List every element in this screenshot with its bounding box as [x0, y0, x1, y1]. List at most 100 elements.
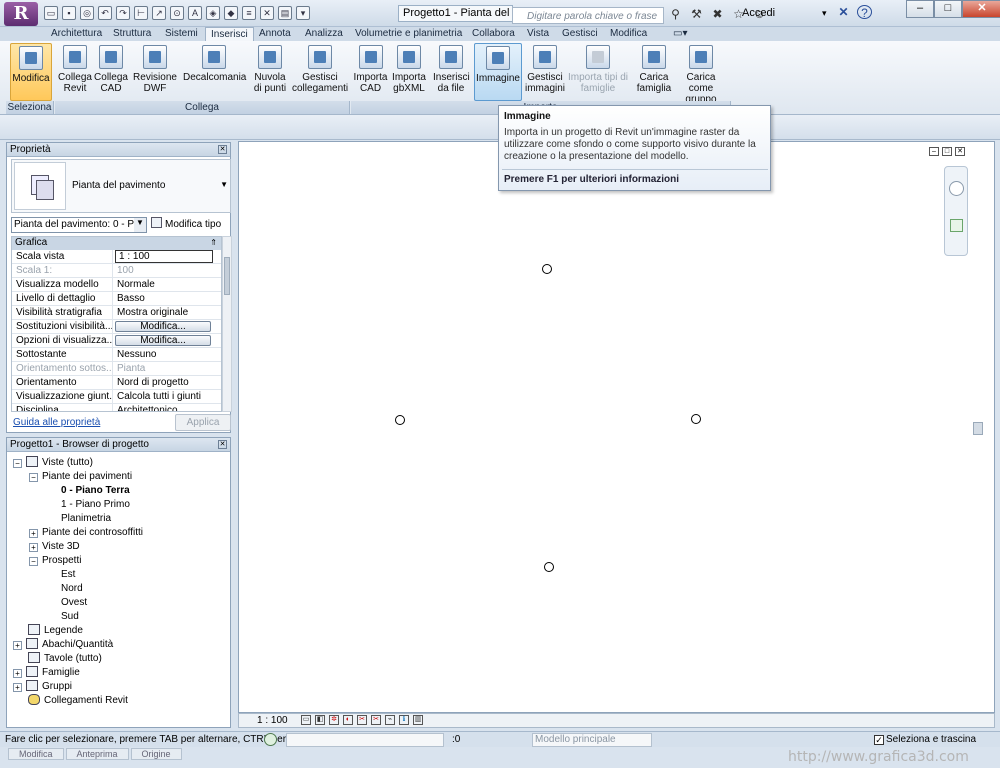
checkbox[interactable]: ✓ — [874, 735, 884, 745]
property-row[interactable]: Opzioni di visualizza... Modifica... — [12, 334, 221, 348]
elevation-marker-east[interactable] — [691, 414, 701, 424]
status-workset-field[interactable] — [286, 733, 444, 747]
property-row[interactable]: Sottostante Nessuno — [12, 348, 221, 362]
properties-help-link[interactable]: Guida alle proprietà — [13, 417, 100, 428]
chevron-down-icon[interactable]: ▾ — [822, 8, 827, 19]
importa-cad-button[interactable]: Importa CAD — [353, 43, 388, 101]
tree-node-viste[interactable]: − Viste (tutto) — [13, 456, 93, 470]
tab-origine[interactable]: Origine — [130, 748, 182, 760]
tree-node-prospetti[interactable]: − Prospetti — [29, 554, 81, 568]
tab-sistemi[interactable]: Sistemi — [160, 27, 203, 41]
redo-icon[interactable]: ↷ — [116, 6, 130, 20]
collega-revit-button[interactable]: Collega Revit — [57, 43, 93, 101]
thin-lines-icon[interactable]: ≡ — [242, 6, 256, 20]
close-icon[interactable]: ✕ — [218, 145, 227, 154]
properties-scrollbar[interactable] — [222, 236, 232, 412]
expand-icon[interactable]: + — [29, 529, 38, 538]
design-option-selector[interactable]: Modello principale — [532, 733, 652, 747]
close-icon[interactable]: ✕ — [218, 440, 227, 449]
drawing-area[interactable]: – □ ✕ — [238, 141, 995, 725]
tree-node-piante-controsoffitti[interactable]: + Piante dei controsoffitti — [29, 526, 143, 540]
sun-path-icon[interactable]: ✲ — [329, 715, 339, 725]
tab-collabora[interactable]: Collabora — [467, 27, 520, 41]
tree-node-collegamenti[interactable]: Collegamenti Revit — [28, 694, 128, 708]
chevron-down-icon[interactable]: ▼ — [220, 180, 228, 189]
property-row[interactable]: Orientamento sottos... Pianta — [12, 362, 221, 376]
modifica-button[interactable]: Modifica — [10, 43, 52, 101]
carica-come-gruppo-button[interactable]: Carica come gruppo — [674, 43, 728, 105]
apply-button[interactable]: Applica — [175, 414, 231, 431]
section-icon[interactable]: ◆ — [224, 6, 238, 20]
close-button[interactable]: ✕ — [962, 0, 1000, 18]
tab-analizza[interactable]: Analizza — [300, 27, 348, 41]
tree-node-abachi[interactable]: + Abachi/Quantità — [13, 638, 113, 652]
chevron-down-icon[interactable]: ▼ — [134, 218, 146, 232]
importa-tipi-famiglie-button[interactable]: Importa tipi di famiglie — [567, 43, 629, 101]
detail-level-icon[interactable]: ▭ — [301, 715, 311, 725]
property-row[interactable]: Scala vista 1 : 100 — [12, 250, 221, 264]
tree-node-tavole[interactable]: Tavole (tutto) — [28, 652, 102, 666]
3d-view-icon[interactable]: ◈ — [206, 6, 220, 20]
property-value-cell[interactable]: Architettonico — [113, 404, 221, 411]
measure-icon[interactable]: ⊢ — [134, 6, 148, 20]
collapse-icon[interactable]: − — [13, 459, 22, 468]
tree-node-legende[interactable]: Legende — [28, 624, 83, 638]
communication-icon[interactable]: ✖ — [710, 7, 725, 21]
edit-type-button[interactable]: Modifica tipo — [151, 217, 221, 233]
tab-modifica[interactable]: Modifica — [605, 27, 652, 41]
collapse-icon[interactable]: − — [29, 557, 38, 566]
edit-button[interactable]: Modifica... — [115, 335, 211, 346]
worksets-icon[interactable] — [264, 733, 277, 746]
tree-node-famiglie[interactable]: + Famiglie — [13, 666, 80, 680]
tree-node-piante-pavimenti[interactable]: − Piante dei pavimenti — [29, 470, 132, 484]
open-icon[interactable]: ▭ — [44, 6, 58, 20]
minimize-button[interactable]: – — [906, 0, 934, 18]
expand-icon[interactable]: + — [13, 683, 22, 692]
property-row[interactable]: Visualizza modello Normale — [12, 278, 221, 292]
elevation-marker-south[interactable] — [544, 562, 554, 572]
tree-node-sud[interactable]: Sud — [61, 610, 79, 624]
worksharing-icon[interactable]: ▥ — [413, 715, 423, 725]
tab-modifica-bottom[interactable]: Modifica — [8, 748, 64, 760]
property-row[interactable]: Visualizzazione giunt... Calcola tutti i … — [12, 390, 221, 404]
property-value-cell[interactable]: Normale — [113, 278, 221, 291]
save-icon[interactable]: ▪ — [62, 6, 76, 20]
tree-node-est[interactable]: Est — [61, 568, 75, 582]
property-value-cell[interactable]: Mostra originale — [113, 306, 221, 319]
value-input[interactable]: 1 : 100 — [115, 250, 213, 263]
login-link[interactable]: Accedi — [742, 7, 775, 19]
subscription-icon[interactable]: ⚒ — [689, 7, 704, 21]
ribbon-minimize-icon[interactable]: ▭▾ — [668, 27, 692, 41]
property-value-cell[interactable]: 1 : 100 — [113, 250, 221, 263]
tab-inserisci[interactable]: Inserisci — [205, 27, 254, 42]
view-scale[interactable]: 1 : 100 — [257, 715, 288, 726]
zoom-icon[interactable] — [950, 219, 963, 232]
exchange-icon[interactable]: ✕ — [836, 5, 851, 19]
temporary-hide-icon[interactable]: ⌁ — [385, 715, 395, 725]
property-value-cell[interactable]: Nessuno — [113, 348, 221, 361]
text-icon[interactable]: A — [188, 6, 202, 20]
property-row[interactable]: Sostituzioni visibilità... Modifica... — [12, 320, 221, 334]
binoculars-icon[interactable]: ⚲ — [668, 7, 683, 21]
reveal-hidden-icon[interactable]: ℹ — [399, 715, 409, 725]
scrollbar-thumb[interactable] — [224, 257, 230, 295]
tree-node-piano-primo[interactable]: 1 - Piano Primo — [61, 498, 130, 512]
gestisci-collegamenti-button[interactable]: Gestisci collegamenti — [292, 43, 348, 101]
property-row[interactable]: Disciplina Architettonico — [12, 404, 221, 411]
tree-node-ovest[interactable]: Ovest — [61, 596, 87, 610]
tab-struttura[interactable]: Struttura — [108, 27, 156, 41]
customize-qat-icon[interactable]: ▾ — [296, 6, 310, 20]
search-input[interactable] — [512, 7, 664, 24]
dimension-icon[interactable]: ↗ — [152, 6, 166, 20]
tab-gestisci[interactable]: Gestisci — [557, 27, 603, 41]
carica-famiglia-button[interactable]: Carica famiglia — [636, 43, 672, 101]
tree-node-viste-3d[interactable]: + Viste 3D — [29, 540, 80, 554]
panel-seleziona[interactable]: Seleziona — [6, 101, 54, 114]
minimize-view-icon[interactable]: – — [929, 147, 939, 156]
switch-windows-icon[interactable]: ▤ — [278, 6, 292, 20]
undo-icon[interactable]: ↶ — [98, 6, 112, 20]
steering-wheel-icon[interactable] — [949, 181, 964, 196]
tree-node-gruppi[interactable]: + Gruppi — [13, 680, 72, 694]
vertical-scrollbar[interactable] — [973, 272, 983, 712]
tag-icon[interactable]: ⊙ — [170, 6, 184, 20]
